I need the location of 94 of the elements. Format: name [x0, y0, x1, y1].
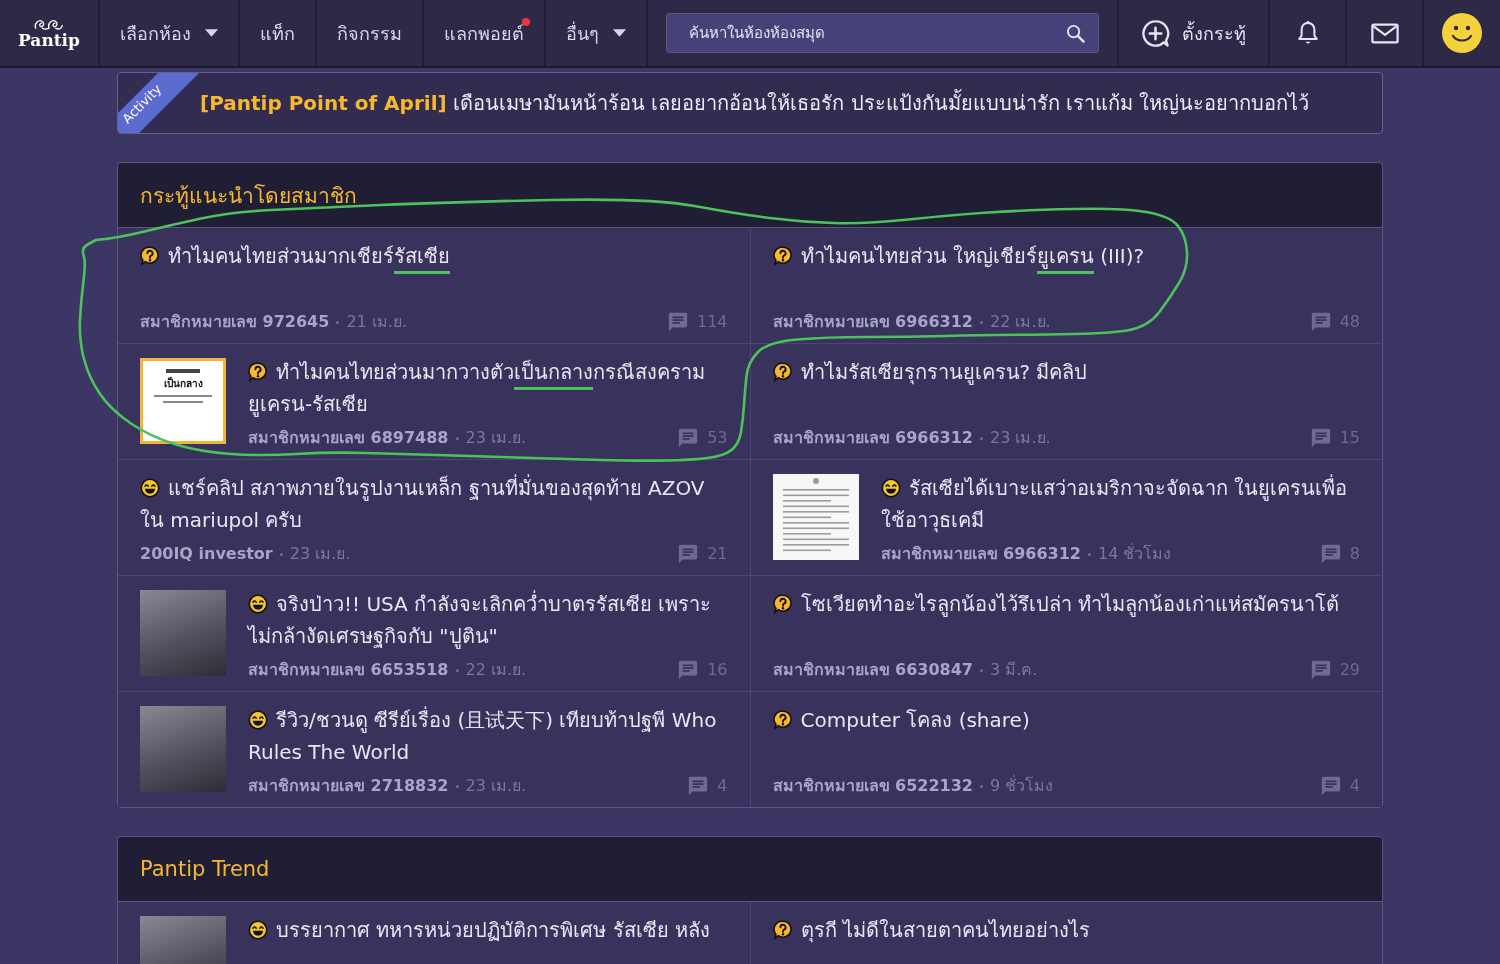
nav-menu-item[interactable]: อื่นๆ [546, 0, 648, 66]
laughing-face-icon [248, 594, 268, 614]
topic-title-link[interactable]: โซเวียตทำอะไรลูกน้องไว้รึเปล่า ทำไมลูกน้องเก่าแห่สมัครนาโต้ [772, 588, 1360, 620]
comment-icon [687, 775, 710, 797]
laughing-face-icon [140, 478, 160, 498]
comment-icon [1309, 311, 1332, 333]
add-comment-icon [1141, 18, 1170, 48]
topic-item[interactable]: จริงป่าว!! USA กำลังจะเลิกคว่ำบาตรรัสเซีย เพราะไม่กล้างัดเศรษฐกิจกับ "ปูติน" สมาชิกหมายเลข 6653518 22 เม.ย. 16 [118, 576, 750, 691]
topic-item[interactable]: โซเวียตทำอะไรลูกน้องไว้รึเปล่า ทำไมลูกน้องเก่าแห่สมัครนาโต้ สมาชิกหมายเลข 6630847 3 มี.ค. 29 [750, 576, 1382, 691]
topic-item[interactable]: บรรยากาศ ทหารหน่วยปฏิบัติการพิเศษ รัสเซีย หลัง [118, 902, 750, 964]
comment-icon [1309, 427, 1332, 449]
topic-item[interactable]: ทำไมคนไทยส่วน ใหญ่เชียร์ยูเครน (III)? สมาชิกหมายเลข 6966312 22 เม.ย. 48 [750, 228, 1382, 343]
topic-title-link[interactable]: Computer โคลง (share) [772, 704, 1360, 736]
comment-count: 21 [707, 543, 728, 565]
comment-count: 29 [1339, 659, 1360, 681]
topic-title-link[interactable]: ตุรกี ไม่ดีในสายตาคนไทยอย่างไร [772, 914, 1360, 946]
new-post-button[interactable]: ตั้งกระทู้ [1117, 0, 1268, 66]
comment-icon [1319, 543, 1342, 565]
post-time: 3 มี.ค. [990, 659, 1038, 681]
topic-item[interactable]: ทำไมรัสเซียรุกรานยูเครน? มีคลิป สมาชิกหมายเลข 6966312 23 เม.ย. 15 [750, 344, 1382, 459]
comment-count: 4 [717, 775, 728, 797]
topic-item[interactable]: รีวิว/ชวนดู ซีรีย์เรื่อง (且试天下) เทียบท้าปฐพี Who Rules The World สมาชิกหมายเลข 2718832 23 เม.ย. 4 [118, 692, 750, 807]
comment-count: 15 [1339, 427, 1360, 449]
topic-item[interactable]: ทำไมคนไทยส่วนมากเชียร์รัสเซีย สมาชิกหมายเลข 972645 21 เม.ย. 114 [118, 228, 750, 343]
comment-count: 53 [707, 427, 728, 449]
post-time: 23 เม.ย. [465, 775, 527, 797]
comment-count: 8 [1349, 543, 1360, 565]
topic-item[interactable]: แชร์คลิป สภาพภายในรูปงานเหล็ก ฐานที่มั่นของสุดท้าย AZOV ใน mariupol ครับ 200IQ investor 23 เม.ย. 21 [118, 460, 750, 575]
search-field[interactable]: ค้นหาในห้องห้องสมุด [666, 13, 1099, 53]
question-bubble-icon [772, 362, 793, 382]
post-time: 23 เม.ย. [289, 543, 351, 565]
topic-title-link[interactable]: ทำไมรัสเซียรุกรานยูเครน? มีคลิป [772, 356, 1360, 388]
comment-icon [1309, 659, 1332, 681]
poster-heading: เป็นกลาง [163, 377, 203, 391]
author-name[interactable]: สมาชิกหมายเลข 2718832 [248, 775, 449, 797]
nav-menu-item[interactable]: แท็ก [240, 0, 317, 66]
question-bubble-icon [772, 594, 793, 614]
comment-icon [1319, 775, 1342, 797]
question-bubble-icon [248, 362, 268, 382]
comment-count: 48 [1339, 311, 1360, 333]
author-name[interactable]: สมาชิกหมายเลข 6653518 [248, 659, 449, 681]
laughing-face-icon [880, 478, 901, 498]
topic-item[interactable]: เป็นกลาง ทำไมคนไทยส่วนมากวางตัวเป็นกลางกรณีสงครามยูเครน-รัสเซีย สมาชิกหมายเลข 6897488 23 เม.ย. 53 [118, 344, 750, 459]
section-title: กระทู้แนะนำโดยสมาชิก [140, 182, 357, 211]
post-time: 23 เม.ย. [990, 427, 1051, 449]
author-name[interactable]: สมาชิกหมายเลข 6630847 [772, 659, 973, 681]
comment-icon [677, 659, 700, 681]
author-name[interactable]: สมาชิกหมายเลข 6897488 [248, 427, 449, 449]
question-bubble-icon [140, 246, 160, 266]
author-name[interactable]: สมาชิกหมายเลข 6522132 [772, 775, 973, 797]
author-name[interactable]: 200IQ investor [140, 543, 273, 565]
nav-menu-item[interactable]: แลกพอยต์ [424, 0, 546, 66]
comment-count: 16 [707, 659, 728, 681]
comment-icon [677, 427, 700, 449]
topic-title-link[interactable]: แชร์คลิป สภาพภายในรูปงานเหล็ก ฐานที่มั่นของสุดท้าย AZOV ใน mariupol ครับ [140, 472, 728, 536]
question-bubble-icon [772, 710, 793, 730]
bell-icon [1296, 20, 1319, 46]
post-time: 14 ชั่วโมง [1098, 543, 1172, 565]
topic-item[interactable]: Computer โคลง (share) สมาชิกหมายเลข 6522132 9 ชั่วโมง 4 [750, 692, 1382, 807]
comment-count: 4 [1349, 775, 1360, 797]
topic-title-link[interactable]: ทำไมคนไทยส่วนมากวางตัวเป็นกลางกรณีสงครามยูเครน-รัสเซีย [248, 356, 728, 420]
topic-title-link[interactable]: บรรยากาศ ทหารหน่วยปฏิบัติการพิเศษ รัสเซีย หลัง [248, 914, 728, 946]
comment-icon [677, 543, 700, 565]
question-bubble-icon [772, 920, 793, 940]
nav-menu-item[interactable]: กิจกรรม [317, 0, 424, 66]
logo-link[interactable]: Pantip [0, 0, 100, 66]
question-bubble-icon [772, 246, 793, 266]
logo-mark-icon [34, 17, 64, 31]
author-name[interactable]: สมาชิกหมายเลข 6966312 [772, 311, 973, 333]
search-icon[interactable] [1066, 24, 1085, 43]
topic-item[interactable]: รัสเซียได้เบาะแสว่าอเมริกาจะจัดฉาก ในยูเครนเพื่อใช้อาวุธเคมี สมาชิกหมายเลข 6966312 14 ชั่วโมง 8 [750, 460, 1382, 575]
author-name[interactable]: สมาชิกหมายเลข 972645 [140, 311, 330, 333]
author-name[interactable]: สมาชิกหมายเลข 6966312 [772, 427, 973, 449]
laughing-face-icon [248, 920, 268, 940]
laughing-face-icon [248, 710, 268, 730]
comment-count: 114 [696, 311, 728, 333]
topic-title-link[interactable]: รัสเซียได้เบาะแสว่าอเมริกาจะจัดฉาก ในยูเครนเพื่อใช้อาวุธเคมี [880, 472, 1360, 536]
post-time: 9 ชั่วโมง [990, 775, 1054, 797]
nav-menu-item[interactable]: เลือกห้อง [100, 0, 240, 66]
topic-title-link[interactable]: ทำไมคนไทยส่วน ใหญ่เชียร์ยูเครน (III)? [772, 240, 1360, 272]
smiley-avatar-icon [1442, 13, 1482, 53]
author-name[interactable]: สมาชิกหมายเลข 6966312 [880, 543, 1081, 565]
topic-title-link[interactable]: ทำไมคนไทยส่วนมากเชียร์รัสเซีย [140, 240, 728, 272]
topic-item[interactable]: ตุรกี ไม่ดีในสายตาคนไทยอย่างไร [750, 902, 1382, 964]
announcement-link[interactable]: [Pantip Point of April] เดือนเมษามันหน้าร้อน เลยอยากอ้อนให้เธอรัก ประแป้งกันมั้ยแบบน่ารัก เราแก้ม ใหญ่นะอยากบอกไว้ [200, 87, 1310, 119]
post-time: 21 เม.ย. [346, 311, 407, 333]
section-title: Pantip Trend [140, 857, 270, 881]
comment-icon [666, 311, 689, 333]
mail-icon [1370, 22, 1399, 44]
post-time: 23 เม.ย. [465, 427, 527, 449]
topic-title-link[interactable]: จริงป่าว!! USA กำลังจะเลิกคว่ำบาตรรัสเซีย เพราะไม่กล้างัดเศรษฐกิจกับ "ปูติน" [248, 588, 728, 652]
post-time: 22 เม.ย. [990, 311, 1051, 333]
topic-title-link[interactable]: รีวิว/ชวนดู ซีรีย์เรื่อง (且试天下) เทียบท้าปฐพี Who Rules The World [248, 704, 728, 768]
post-time: 22 เม.ย. [465, 659, 527, 681]
